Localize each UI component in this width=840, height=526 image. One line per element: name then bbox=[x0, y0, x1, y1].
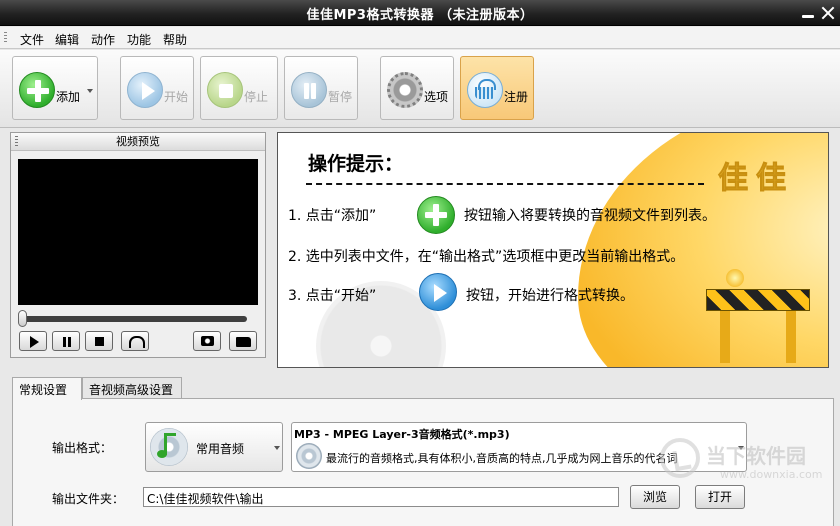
format-name: MP3 - MPEG Layer-3音频格式(*.mp3) bbox=[294, 428, 510, 441]
site-watermark: 当下软件园 www.downxia.com bbox=[660, 432, 838, 504]
play-triangle bbox=[434, 284, 447, 302]
hint-step1-prefix: 1. 点击“添加” bbox=[288, 208, 377, 224]
hint-step3-suffix: 按钮，开始进行格式转换。 bbox=[466, 288, 634, 304]
video-screen bbox=[18, 159, 258, 305]
pause-label: 暂停 bbox=[328, 90, 353, 104]
watermark-logo-icon bbox=[660, 438, 700, 478]
volume-button[interactable] bbox=[121, 331, 149, 351]
menu-grip bbox=[4, 32, 7, 44]
add-icon bbox=[417, 196, 455, 234]
video-preview-title: 视频预览 bbox=[116, 135, 160, 148]
panel-grip bbox=[15, 136, 18, 147]
window-title: 佳佳MP3格式转换器 （未注册版本） bbox=[306, 8, 534, 23]
output-format-label: 输出格式： bbox=[52, 441, 113, 455]
barrier-decoration bbox=[700, 269, 816, 363]
menu-help[interactable]: 帮助 bbox=[163, 31, 187, 48]
seek-track[interactable] bbox=[21, 316, 247, 322]
snapshot-button[interactable] bbox=[193, 331, 221, 351]
watermark-text: 当下软件园 bbox=[706, 444, 806, 468]
hint-step3-prefix: 3. 点击“开始” bbox=[288, 288, 377, 304]
add-icon bbox=[19, 72, 55, 108]
menu-file[interactable]: 文件 bbox=[20, 31, 44, 48]
chevron-down-icon[interactable] bbox=[87, 89, 93, 93]
format-category-value: 常用音频 bbox=[196, 442, 245, 456]
operation-hint-panel: 佳佳 操作提示： 1. 点击“添加” 按钮输入将要转换的音视频文件到列表。 2.… bbox=[277, 132, 829, 368]
stop-label: 停止 bbox=[244, 90, 269, 104]
start-button[interactable]: 开始 bbox=[120, 56, 194, 120]
output-folder-label: 输出文件夹： bbox=[52, 492, 125, 506]
play-control-button[interactable] bbox=[19, 331, 47, 351]
tab-general-settings[interactable]: 常规设置 bbox=[12, 377, 82, 400]
barrier-leg bbox=[720, 307, 730, 363]
menu-edit[interactable]: 编辑 bbox=[55, 31, 79, 48]
close-button[interactable] bbox=[820, 5, 836, 21]
format-description: 最流行的音频格式,具有体积小,音质高的特点,几乎成为网上音乐的代名词 bbox=[326, 452, 678, 465]
toolbar: 添加 开始 停止 暂停 选项 注册 bbox=[0, 50, 840, 128]
stop-icon bbox=[207, 72, 243, 108]
add-label: 添加 bbox=[56, 90, 81, 104]
stop-control-button[interactable] bbox=[85, 331, 113, 351]
format-category-select[interactable]: 常用音频 bbox=[145, 422, 283, 472]
title-bar: 佳佳MP3格式转换器 （未注册版本） bbox=[0, 0, 840, 26]
options-button[interactable]: 选项 bbox=[380, 56, 454, 120]
watermark-url: www.downxia.com bbox=[720, 468, 823, 481]
menu-bar: 文件 编辑 动作 功能 帮助 bbox=[0, 27, 840, 49]
add-button[interactable]: 添加 bbox=[12, 56, 98, 120]
tab-advanced-av-settings[interactable]: 音视频高级设置 bbox=[82, 377, 182, 399]
hint-title: 操作提示： bbox=[308, 153, 404, 175]
barrier-leg bbox=[786, 307, 796, 363]
seek-slider-handle[interactable] bbox=[18, 310, 27, 327]
warning-light-icon bbox=[726, 269, 744, 287]
music-note-icon bbox=[157, 433, 176, 458]
hint-divider bbox=[306, 183, 704, 185]
basket-icon bbox=[467, 72, 503, 108]
cd-icon bbox=[296, 443, 322, 469]
minimize-button[interactable] bbox=[800, 5, 816, 21]
options-label: 选项 bbox=[424, 90, 449, 104]
play-icon bbox=[419, 273, 457, 311]
menu-action[interactable]: 动作 bbox=[91, 31, 115, 48]
hint-step2: 2. 选中列表中文件，在“输出格式”选项框中更改当前输出格式。 bbox=[288, 249, 685, 265]
video-preview-panel: 视频预览 bbox=[10, 132, 266, 358]
video-preview-header: 视频预览 bbox=[11, 133, 265, 151]
barrier-bar bbox=[706, 289, 810, 311]
menu-function[interactable]: 功能 bbox=[127, 31, 151, 48]
pause-icon bbox=[291, 72, 327, 108]
register-button[interactable]: 注册 bbox=[460, 56, 534, 120]
gear-icon bbox=[387, 72, 423, 108]
pause-button[interactable]: 暂停 bbox=[284, 56, 358, 120]
hint-step1-suffix: 按钮输入将要转换的音视频文件到列表。 bbox=[464, 208, 716, 224]
chevron-down-icon[interactable] bbox=[274, 446, 280, 450]
output-folder-input[interactable]: C:\佳佳视频软件\输出 bbox=[143, 487, 619, 507]
brand-logo: 佳佳 bbox=[718, 161, 794, 197]
pause-control-button[interactable] bbox=[52, 331, 80, 351]
register-label: 注册 bbox=[504, 90, 529, 104]
stop-button[interactable]: 停止 bbox=[200, 56, 278, 120]
start-label: 开始 bbox=[164, 90, 189, 104]
play-icon bbox=[127, 72, 163, 108]
open-folder-button[interactable] bbox=[229, 331, 257, 351]
